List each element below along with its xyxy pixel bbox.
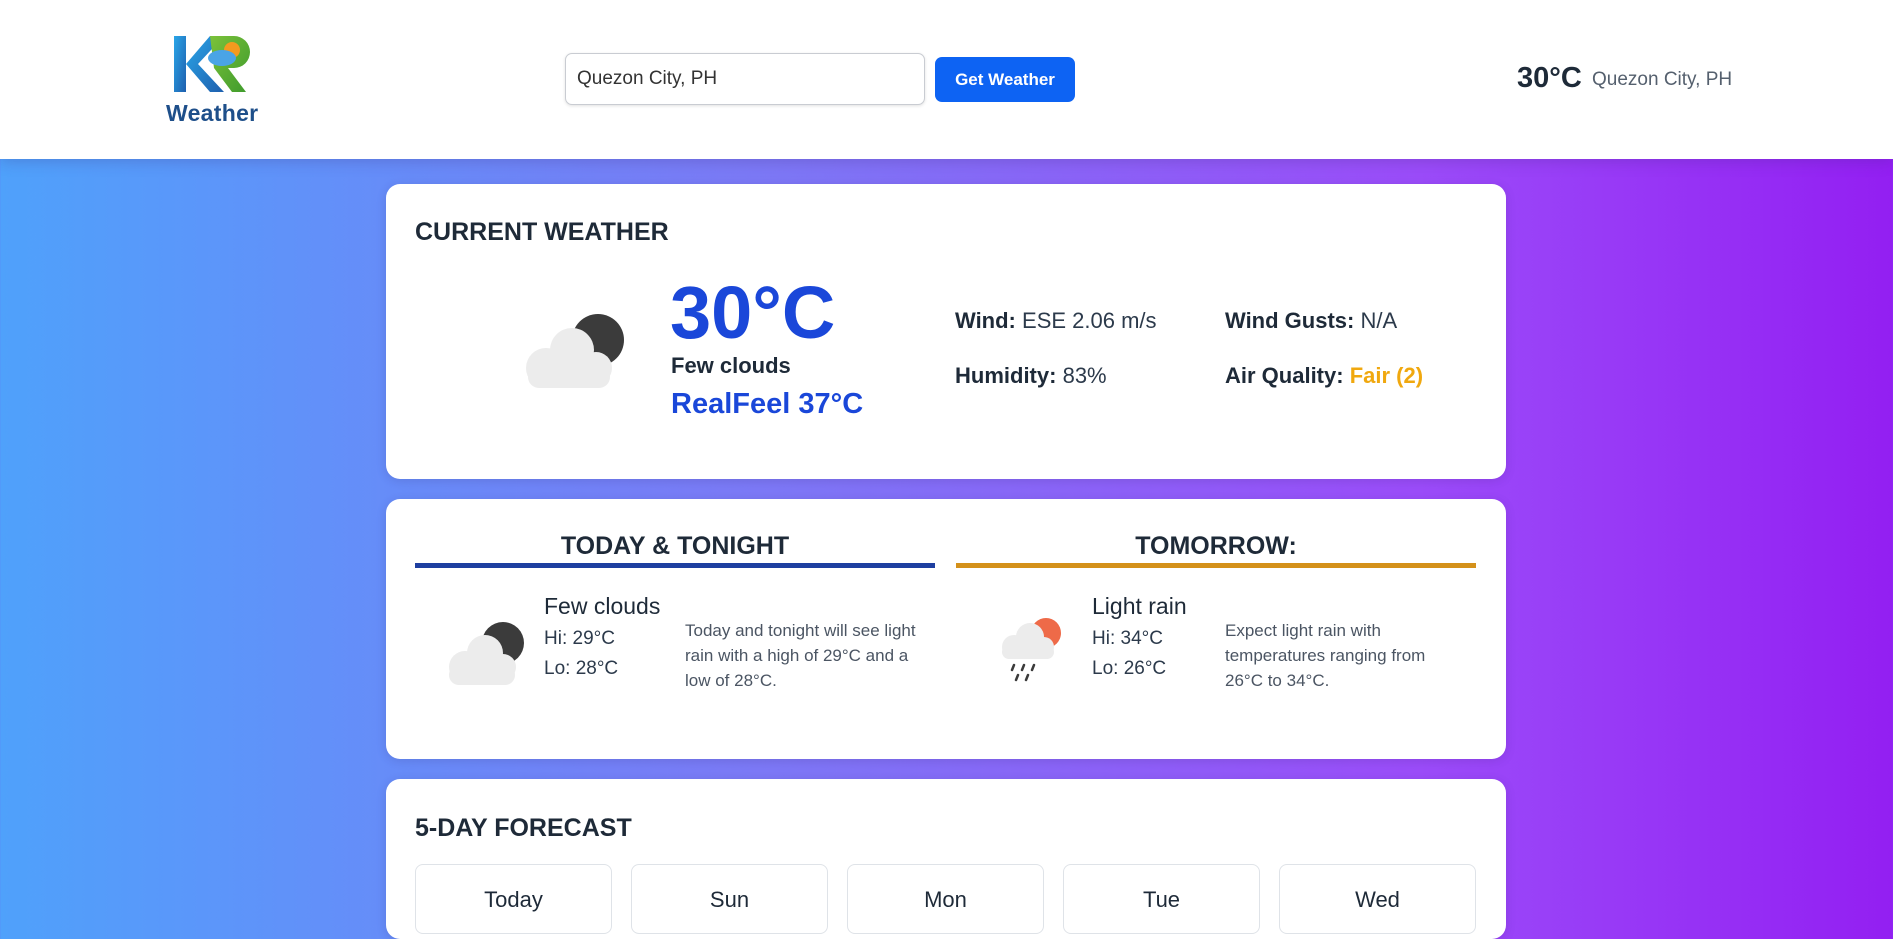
air-quality-label: Air Quality: <box>1225 363 1344 388</box>
wind-gusts-label: Wind Gusts: <box>1225 308 1355 333</box>
humidity-value: 83% <box>1062 363 1107 388</box>
current-description: Few clouds <box>671 353 791 378</box>
tomorrow-low: Lo: 26°C <box>1092 658 1167 679</box>
few-clouds-night-icon <box>449 622 524 685</box>
realfeel-temperature: RealFeel 37°C <box>671 388 864 420</box>
today-tomorrow-card: TODAY & TONIGHT Few clouds Hi: 29°C Lo: … <box>386 499 1506 759</box>
today-condition: Few clouds <box>544 593 661 619</box>
air-quality-value: Fair (2) <box>1349 363 1424 388</box>
forecast-day-name: Today <box>484 887 543 912</box>
humidity-label: Humidity: <box>955 363 1057 388</box>
forecast-day-card[interactable]: Mon <box>847 864 1044 934</box>
today-title: TODAY & TONIGHT <box>560 532 790 560</box>
current-weather-card: CURRENT WEATHER 30°C Few clouds RealFeel… <box>386 184 1506 479</box>
forecast-day-card[interactable]: Wed <box>1279 864 1476 934</box>
city-search-input[interactable] <box>565 53 925 105</box>
today-high: Hi: 29°C <box>544 628 615 649</box>
tomorrow-condition: Light rain <box>1092 593 1187 619</box>
forecast-day-card[interactable]: Sun <box>631 864 828 934</box>
tomorrow-high: Hi: 34°C <box>1092 628 1163 649</box>
forecast-day-name: Wed <box>1355 887 1400 912</box>
forecast-title: 5-DAY FORECAST <box>415 814 632 842</box>
wind-label: Wind: <box>955 308 1016 333</box>
current-temperature: 30°C <box>670 271 836 354</box>
get-weather-button[interactable]: Get Weather <box>935 57 1075 102</box>
header-temperature: 30°C <box>1517 62 1582 94</box>
forecast-day-name: Tue <box>1142 887 1181 912</box>
forecast-day-name: Sun <box>709 887 750 912</box>
wind-stat: Wind: ESE 2.06 m/s <box>955 308 1157 334</box>
wind-gusts-value: N/A <box>1360 308 1398 333</box>
current-weather-title: CURRENT WEATHER <box>415 218 669 246</box>
app-header: Weather Get Weather 30°C Quezon City, PH <box>0 0 1893 159</box>
logo-text: Weather <box>166 100 259 126</box>
wind-gusts-stat: Wind Gusts: N/A <box>1225 308 1397 334</box>
tomorrow-summary: Expect light rain with temperatures rang… <box>1225 621 1426 690</box>
light-rain-icon <box>1002 618 1061 682</box>
tomorrow-title: TOMORROW: <box>1135 532 1297 560</box>
today-summary: Today and tonight will see light rain wi… <box>685 621 916 690</box>
humidity-stat: Humidity: 83% <box>955 363 1107 389</box>
forecast-day-card[interactable]: Tue <box>1063 864 1260 934</box>
air-quality-stat: Air Quality: Fair (2) <box>1225 363 1423 389</box>
forecast-day-name: Mon <box>924 887 967 912</box>
wind-value: ESE 2.06 m/s <box>1022 308 1157 333</box>
forecast-day-card[interactable]: Today <box>415 864 612 934</box>
today-low: Lo: 28°C <box>544 658 619 679</box>
today-divider <box>415 563 935 568</box>
tomorrow-divider <box>956 563 1476 568</box>
forecast-card: 5-DAY FORECAST Today Sun Mon Tue Wed <box>386 779 1506 939</box>
header-city: Quezon City, PH <box>1592 69 1733 90</box>
few-clouds-night-icon <box>526 314 624 388</box>
